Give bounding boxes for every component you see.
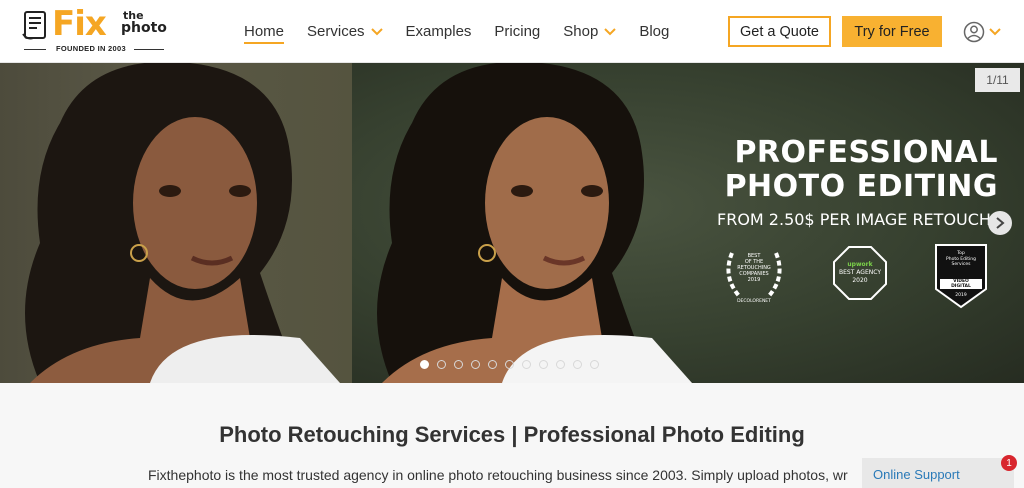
chevron-down-icon [604, 27, 617, 35]
badge3-line5: DIGITAL [951, 284, 971, 289]
nav-home-label: Home [244, 23, 285, 40]
nav-pricing-label: Pricing [494, 23, 541, 40]
user-menu[interactable] [963, 20, 1003, 44]
slider-dot[interactable] [471, 360, 480, 369]
hero-subtitle: FROM 2.50$ PER IMAGE RETOUCH [717, 210, 991, 229]
page-title: Photo Retouching Services | Professional… [219, 422, 805, 447]
logo-mark-icon [22, 11, 46, 40]
nav-shop-label: Shop [563, 23, 599, 40]
chevron-right-icon [996, 217, 1005, 229]
slider-dot[interactable] [420, 360, 429, 369]
portrait-before-image [25, 63, 340, 383]
nav-examples-label: Examples [405, 23, 472, 40]
next-slide-button[interactable] [988, 211, 1012, 235]
portrait-after-image [377, 63, 692, 383]
badge3-line6: 2019 [955, 293, 967, 298]
nav-blog[interactable]: Blog [639, 0, 669, 63]
hero-slider[interactable]: 1/11 PROFESSIONAL PHOTO EDITING FROM 2.5… [0, 63, 1024, 383]
award-badge-upwork: upwork BEST AGENCY 2020 [832, 245, 888, 301]
badge2-line1: upwork [847, 261, 873, 268]
nav-services-label: Services [307, 23, 365, 40]
support-notification-badge: 1 [1001, 455, 1017, 471]
before-photo [0, 63, 352, 383]
hero-title-line1: PROFESSIONAL [734, 135, 998, 170]
user-circle-icon [963, 21, 985, 43]
slider-dot[interactable] [539, 360, 548, 369]
award-badge-top-services: Top Photo Editing Services VIDEO DIGITAL… [930, 241, 992, 311]
nav-home[interactable]: Home [244, 0, 285, 63]
logo-divider-right [134, 49, 164, 50]
logo-divider-left [24, 49, 46, 50]
site-header: Fix the photo FOUNDED IN 2003 Home Servi… [0, 0, 1024, 63]
nav-examples[interactable]: Examples [406, 0, 472, 63]
slider-dot[interactable] [522, 360, 531, 369]
badge2-line2: BEST AGENCY [839, 269, 881, 276]
slider-dot[interactable] [590, 360, 599, 369]
badge1-source: DECOLORENET [737, 299, 771, 304]
slider-dot[interactable] [556, 360, 565, 369]
slider-pagination [420, 360, 607, 369]
chevron-down-icon [370, 27, 383, 35]
hero-title-line2: PHOTO EDITING [724, 169, 998, 204]
get-a-quote-button[interactable]: Get a Quote [728, 16, 831, 47]
slide-counter: 1/11 [975, 68, 1020, 92]
intro-text: Fixthephoto is the most trusted agency i… [148, 467, 848, 483]
slider-dot[interactable] [437, 360, 446, 369]
logo-fix-text: Fix [52, 4, 107, 44]
badge2-line3: 2020 [852, 277, 868, 284]
nav-shop[interactable]: Shop [563, 0, 617, 63]
award-badge-retouching: BEST OF THE RETOUCHING COMPANIES 2019 DE… [718, 239, 790, 311]
nav-services[interactable]: Services [307, 0, 383, 63]
logo[interactable]: Fix the photo FOUNDED IN 2003 [22, 4, 172, 56]
nav-pricing[interactable]: Pricing [494, 0, 540, 63]
logo-founded-text: FOUNDED IN 2003 [56, 44, 126, 53]
main-nav: Home Services Examples Pricing Shop Blog [244, 0, 692, 63]
slider-dot[interactable] [488, 360, 497, 369]
badge1-line5: 2019 [747, 277, 761, 283]
online-support-button[interactable]: Online Support [862, 458, 1014, 488]
try-for-free-button[interactable]: Try for Free [842, 16, 942, 47]
logo-photo-text: photo [121, 20, 167, 36]
slider-dot[interactable] [505, 360, 514, 369]
slider-dot[interactable] [573, 360, 582, 369]
badge3-line3: Services [951, 262, 971, 267]
slider-dot[interactable] [454, 360, 463, 369]
nav-blog-label: Blog [639, 23, 670, 40]
chevron-down-icon [989, 28, 1001, 36]
